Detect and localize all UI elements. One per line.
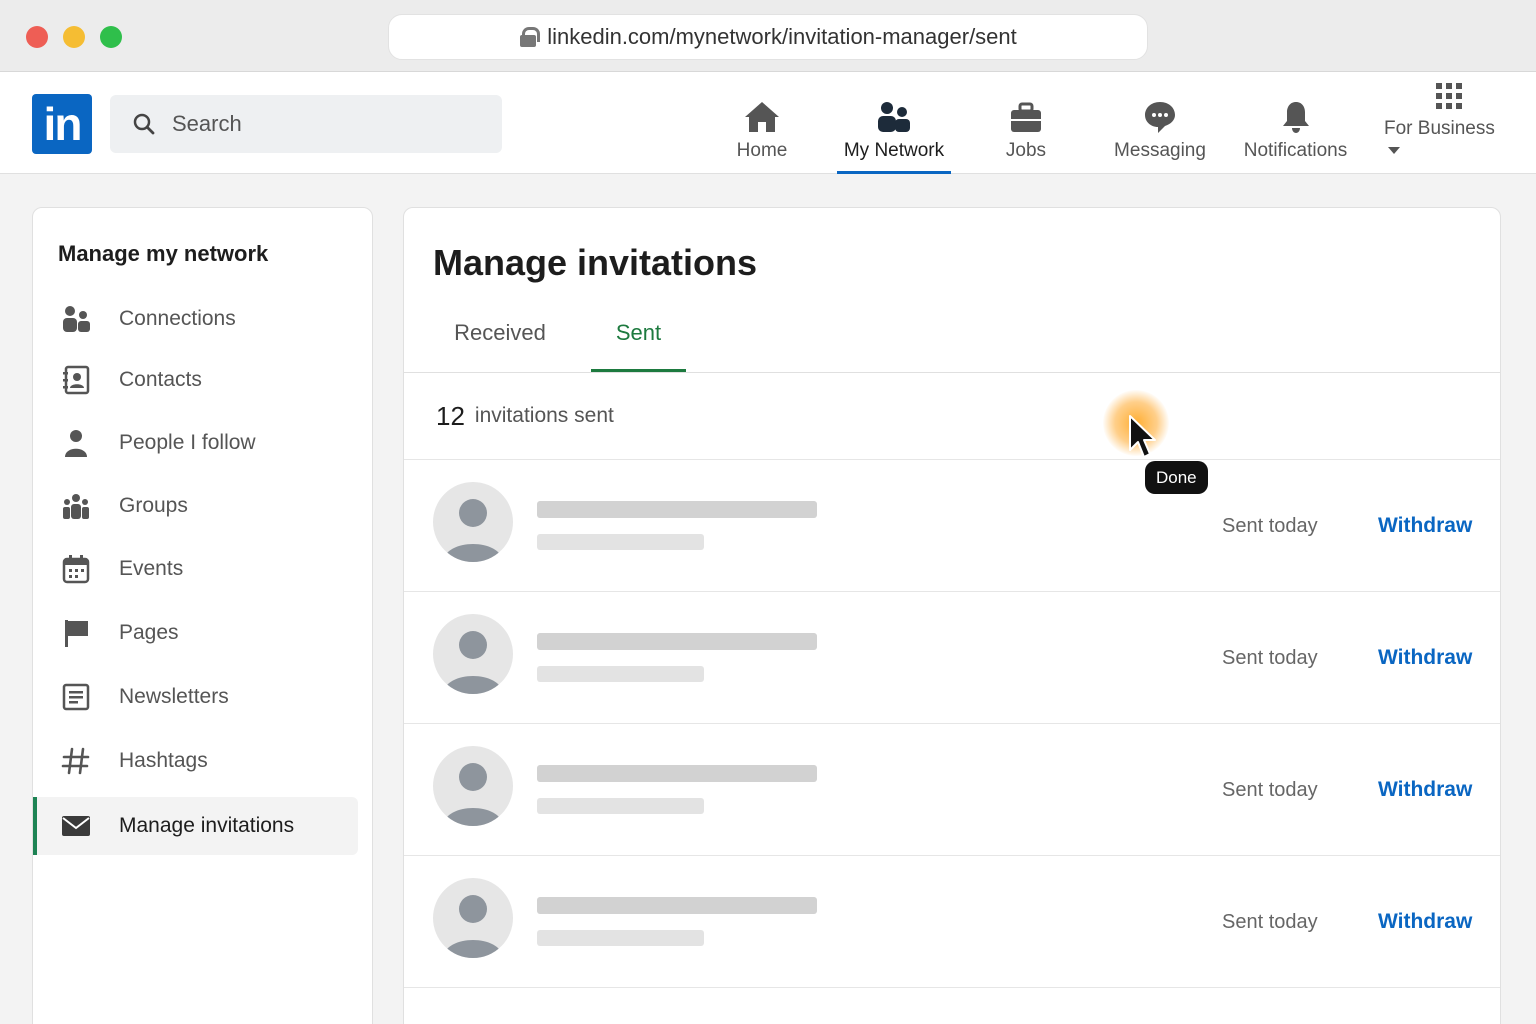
headline-placeholder [537, 930, 704, 946]
withdraw-button[interactable]: Withdraw [1378, 514, 1472, 538]
sent-status: Sent today [1222, 911, 1318, 933]
avatar[interactable] [433, 482, 513, 562]
avatar[interactable] [433, 878, 513, 958]
people-icon [878, 102, 910, 132]
groups-icon [61, 491, 91, 521]
invitations-panel: Manage invitations Received Sent 12 invi… [403, 207, 1501, 1024]
search-icon [133, 113, 155, 135]
sent-status: Sent today [1222, 779, 1318, 801]
maximize-window-button[interactable] [100, 26, 122, 48]
nav-my-network[interactable]: My Network [837, 72, 951, 174]
invitation-row: Sent today Withdraw [404, 592, 1500, 724]
sidebar: Manage my network Connections Contacts P… [32, 207, 373, 1024]
sent-status: Sent today [1222, 647, 1318, 669]
chevron-down-icon [1388, 147, 1400, 155]
avatar[interactable] [433, 746, 513, 826]
bell-icon [1282, 102, 1309, 133]
name-placeholder [537, 633, 817, 650]
headline-placeholder [537, 666, 704, 682]
headline-placeholder [537, 798, 704, 814]
flag-icon [61, 618, 91, 648]
chat-icon [1145, 102, 1175, 133]
sidebar-item-groups[interactable]: Groups [33, 477, 358, 535]
mouse-cursor-icon [1129, 415, 1156, 458]
briefcase-icon [1011, 102, 1041, 132]
hashtag-icon [61, 746, 91, 776]
sidebar-title: Manage my network [58, 241, 269, 266]
url-text: linkedin.com/mynetwork/invitation-manage… [547, 24, 1017, 49]
lock-icon [519, 26, 541, 48]
search-placeholder: Search [172, 111, 242, 136]
home-icon [745, 102, 779, 132]
nav-messaging[interactable]: Messaging [1110, 72, 1210, 174]
envelope-icon [61, 811, 91, 841]
sidebar-item-contacts[interactable]: Contacts [33, 351, 358, 409]
sidebar-item-people-i-follow[interactable]: People I follow [33, 414, 358, 472]
invitation-row: Sent today Withdraw [404, 460, 1500, 592]
connections-icon [61, 304, 91, 334]
calendar-icon [61, 554, 91, 584]
name-placeholder [537, 501, 817, 518]
nav-for-business[interactable]: For Business [1384, 72, 1514, 174]
sidebar-item-hashtags[interactable]: Hashtags [33, 732, 358, 790]
tab-sent[interactable]: Sent [591, 320, 686, 372]
person-icon [61, 428, 91, 458]
invitation-count-label: invitations sent [474, 404, 614, 427]
sent-status: Sent today [1222, 515, 1318, 537]
sidebar-item-pages[interactable]: Pages [33, 604, 358, 662]
contacts-icon [61, 365, 91, 395]
withdraw-button[interactable]: Withdraw [1378, 646, 1472, 670]
top-nav: in Search Home My Network Jobs Messaging… [0, 72, 1536, 174]
cursor-tooltip: Done [1145, 461, 1208, 494]
grid-icon [1436, 83, 1462, 109]
browser-chrome: linkedin.com/mynetwork/invitation-manage… [0, 0, 1536, 72]
nav-notifications[interactable]: Notifications [1238, 72, 1353, 174]
invitation-count-number: 12 [436, 400, 465, 431]
avatar[interactable] [433, 614, 513, 694]
invitation-row: Sent today Withdraw [404, 724, 1500, 856]
withdraw-button[interactable]: Withdraw [1378, 778, 1472, 802]
minimize-window-button[interactable] [63, 26, 85, 48]
sidebar-item-connections[interactable]: Connections [33, 290, 358, 348]
sidebar-item-newsletters[interactable]: Newsletters [33, 668, 358, 726]
name-placeholder [537, 765, 817, 782]
nav-jobs[interactable]: Jobs [986, 72, 1066, 174]
sidebar-item-events[interactable]: Events [33, 540, 358, 598]
invitation-row: Sent today Withdraw [404, 856, 1500, 988]
headline-placeholder [537, 534, 704, 550]
page-title: Manage invitations [433, 242, 758, 283]
search-input[interactable]: Search [110, 95, 502, 153]
address-bar[interactable]: linkedin.com/mynetwork/invitation-manage… [388, 14, 1148, 60]
withdraw-button[interactable]: Withdraw [1378, 910, 1472, 934]
sidebar-item-manage-invitations[interactable]: Manage invitations [33, 797, 358, 855]
name-placeholder [537, 897, 817, 914]
invitation-count: 12 invitations sent [404, 373, 1500, 460]
close-window-button[interactable] [26, 26, 48, 48]
newsletter-icon [61, 682, 91, 712]
nav-home[interactable]: Home [722, 72, 802, 174]
linkedin-logo[interactable]: in [32, 94, 92, 154]
tab-received[interactable]: Received [454, 320, 546, 372]
